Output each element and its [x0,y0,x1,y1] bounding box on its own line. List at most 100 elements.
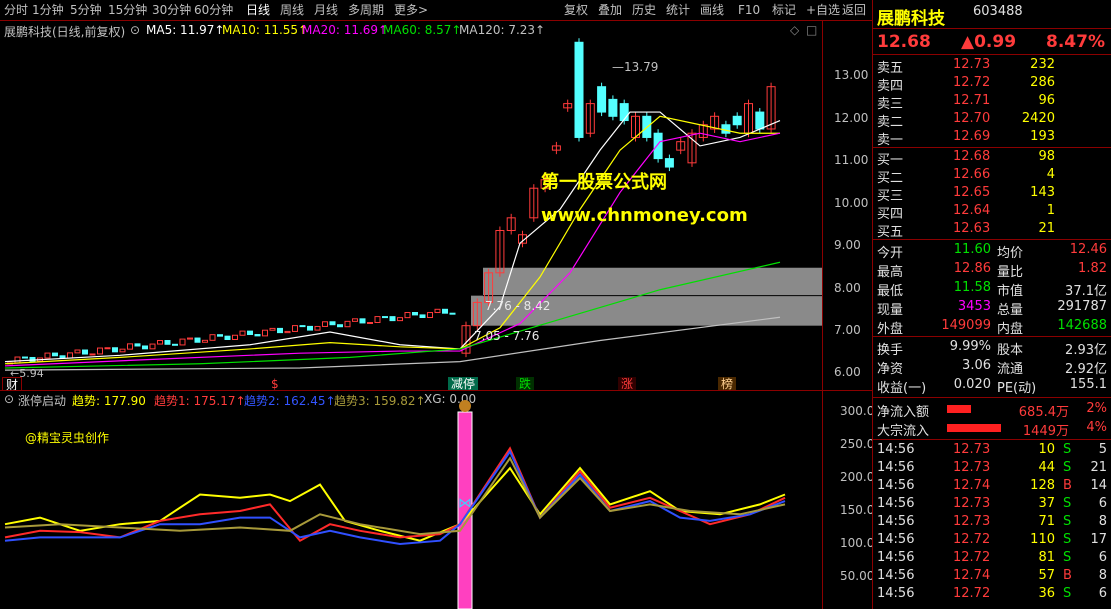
candle [217,334,223,337]
toolbar-3[interactable]: 15分钟 [108,2,147,18]
indicator-chart[interactable]: ⋈@精宝灵虫创作 [0,391,822,609]
candle [721,124,731,134]
toolbar-right-0[interactable]: 复权 [564,2,588,18]
candle [299,325,306,328]
divider [873,439,1111,440]
toolbar-right-4[interactable]: 画线 [700,2,724,18]
toolbar-8[interactable]: 月线 [314,2,338,18]
price-tick: 6.00 [834,365,861,379]
tick-volume: 10 [1038,442,1055,457]
candle [359,318,366,324]
tick-price: 12.74 [953,478,991,493]
tick-count: 5 [1098,442,1107,457]
toolbar-right-1[interactable]: 叠加 [598,2,622,18]
bid-label: 买三 [877,189,904,204]
toolbar-right-3[interactable]: 统计 [666,2,690,18]
tick-side: S [1063,460,1072,475]
tick-volume: 110 [1030,532,1055,547]
toolbar-10[interactable]: 更多> [394,2,428,18]
limit-tag[interactable]: 减停 [448,377,479,391]
candle [112,347,118,353]
stat-label: 市值 [997,284,1024,299]
stat-value: 3453 [957,299,991,314]
stat-value: 12.86 [953,261,991,276]
toolbar-right-6[interactable]: 标记 [772,2,796,18]
bid-label: 买四 [877,207,904,222]
rank-tag[interactable]: 榜 [718,377,737,391]
tick-price: 12.72 [953,586,991,601]
toolbar-right-7[interactable]: +自选 [806,2,840,18]
price-tick: 8.00 [834,281,861,295]
toolbar-6[interactable]: 日线 [246,2,270,18]
flow-row: 净流入额 685.4万 2% [873,401,1111,420]
stat-label: 流通 [997,362,1024,377]
stock-name: 展鹏科技 [877,9,945,29]
toolbar-right-2[interactable]: 历史 [632,2,656,18]
toolbar-2[interactable]: 5分钟 [70,2,102,18]
tick-count: 17 [1090,532,1107,547]
trend3-line [4,456,786,536]
candle [337,324,343,328]
drop-tag[interactable]: 跌 [516,377,535,391]
watermark-1: 第一股票公式网 [541,171,667,193]
tick-count: 21 [1090,460,1107,475]
candle [97,347,103,355]
stat-label: 最低 [877,284,904,299]
high-label: —13.79 [612,60,658,74]
candle [194,337,201,343]
quote-panel: 展鹏科技 603488 12.68 ▲0.99 8.47% 卖五 12.73 232 卖四 12.… [873,0,1111,609]
tick-count: 6 [1098,550,1107,565]
price-change: ▲0.99 [961,32,1017,52]
tick-count: 6 [1098,586,1107,601]
rise-tag[interactable]: 涨 [618,377,637,391]
tick-row: 14:56 12.72 36 S 6 [873,586,1111,604]
ask-row: 卖二 12.70 2420 [873,111,1111,130]
toolbar-1[interactable]: 1分钟 [32,2,64,18]
zone2-label: 7.05 - 7.76 [474,329,539,343]
ask-volume: 2420 [1021,111,1055,126]
price-tick: 7.00 [834,323,861,337]
credit-label: @精宝灵虫创作 [25,431,109,445]
candle [67,352,73,359]
candle [142,345,148,350]
candle [427,312,433,319]
candle [262,329,268,337]
dollar-tag[interactable]: $ [268,377,282,391]
toolbar-5[interactable]: 60分钟 [194,2,233,18]
tick-volume: 128 [1030,478,1055,493]
divider [0,390,872,391]
candle [254,334,261,337]
stat-row: 现量 3453 总量 291787 [873,299,1111,318]
candlestick-chart[interactable]: —13.79←5.947.76 - 8.427.05 - 7.76第一股票公式网… [0,20,822,391]
toolbar-right-5[interactable]: F10 [738,2,760,18]
tick-row: 14:56 12.73 10 S 5 [873,442,1111,460]
candle [14,356,21,364]
toolbar-4[interactable]: 30分钟 [152,2,191,18]
candle [247,330,253,336]
candle [344,320,351,328]
tick-time: 14:56 [877,478,915,493]
indicator-tick: 250.0 [840,437,875,451]
ask-volume: 193 [1030,129,1055,144]
tick-row: 14:56 12.73 37 S 6 [873,496,1111,514]
bid-volume: 98 [1038,149,1055,164]
toolbar-7[interactable]: 周线 [280,2,304,18]
toolbar-right-8[interactable]: 返回 [842,2,866,18]
tick-count: 8 [1098,514,1107,529]
tick-side: S [1063,586,1072,601]
divider [822,20,823,609]
candle [653,132,663,160]
finance-tag[interactable]: 财 [2,377,23,392]
ask-price: 12.73 [953,57,991,72]
ma20-line [4,132,781,367]
toolbar-9[interactable]: 多周期 [348,2,384,18]
stat-row: 最高 12.86 量比 1.82 [873,261,1111,280]
bid-price: 12.63 [953,221,991,236]
tick-time: 14:56 [877,514,915,529]
tick-time: 14:56 [877,532,915,547]
bid-row: 买四 12.64 1 [873,203,1111,222]
ma10-line [4,115,780,365]
toolbar-0[interactable]: 分时 [4,2,28,18]
stat-row: 今开 11.60 均价 12.46 [873,242,1111,261]
candle [89,353,96,356]
